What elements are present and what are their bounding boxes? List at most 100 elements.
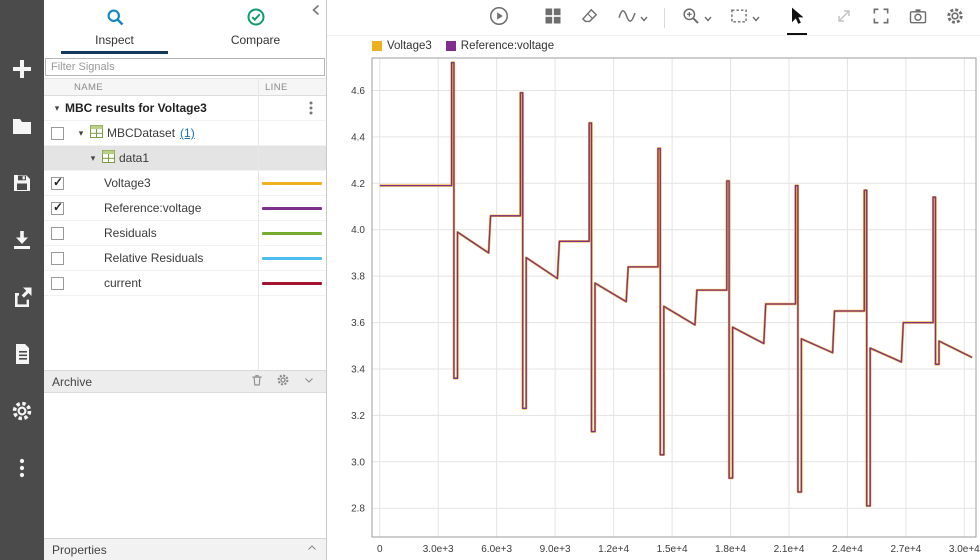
signal-row[interactable]: Reference:voltage	[44, 196, 326, 221]
group-label: MBC results for Voltage3	[65, 101, 207, 115]
column-name-header: NAME	[74, 81, 104, 93]
filter-signals-input[interactable]	[45, 58, 325, 76]
signal-wave-icon	[617, 6, 637, 29]
camera-icon	[908, 6, 928, 29]
svg-text:3.0e+3: 3.0e+3	[423, 544, 454, 555]
tab-inspect[interactable]: Inspect	[44, 0, 185, 54]
plus-icon	[10, 57, 34, 81]
chevron-left-icon	[310, 4, 322, 20]
tab-compare[interactable]: Compare	[185, 0, 326, 54]
fullscreen-button[interactable]	[870, 5, 892, 31]
svg-text:3.8: 3.8	[351, 272, 365, 283]
collapse-panel-button[interactable]	[308, 2, 324, 20]
signal-row[interactable]: Residuals	[44, 221, 326, 246]
new-button[interactable]	[9, 56, 35, 82]
chevron-down-icon	[303, 374, 315, 389]
signal-row[interactable]: Relative Residuals	[44, 246, 326, 271]
export-button[interactable]	[9, 284, 35, 310]
row-menu-button[interactable]	[304, 100, 318, 116]
dataset-label: MBCDataset	[107, 126, 176, 140]
run-table-icon	[102, 150, 115, 166]
vertical-ellipsis-icon	[10, 456, 34, 480]
diagonal-expand-icon	[834, 6, 854, 29]
svg-text:1.2e+4: 1.2e+4	[598, 544, 629, 555]
tree-empty-area	[44, 296, 326, 370]
eraser-icon	[580, 6, 600, 29]
properties-label: Properties	[52, 542, 107, 557]
dataset-count-link[interactable]: (1)	[180, 126, 195, 140]
plot-toolbar	[327, 0, 980, 36]
caret-down-icon	[640, 10, 648, 25]
tree-run-row[interactable]: ▾ data1	[44, 146, 326, 171]
signal-checkbox[interactable]	[51, 276, 64, 290]
plot-area: Voltage3 Reference:voltage 0 3.0e+3 6.0e+3…	[327, 0, 980, 560]
signal-name: Residuals	[104, 226, 157, 240]
more-options-button[interactable]	[9, 455, 35, 481]
svg-text:0: 0	[377, 544, 383, 555]
zoom-in-icon	[681, 6, 701, 29]
layout-button[interactable]	[542, 5, 564, 31]
signal-name: Voltage3	[104, 176, 151, 190]
import-button[interactable]	[9, 227, 35, 253]
floppy-disk-icon	[10, 171, 34, 195]
signal-row[interactable]: Voltage3	[44, 171, 326, 196]
fit-to-view-button[interactable]	[728, 5, 761, 31]
signals-panel: Inspect Compare NAME LINE ▾ MBC results …	[44, 0, 327, 560]
search-icon	[105, 7, 125, 30]
open-button[interactable]	[9, 113, 35, 139]
svg-text:4.4: 4.4	[351, 132, 365, 143]
svg-text:6.0e+3: 6.0e+3	[481, 544, 512, 555]
check-circle-icon	[246, 7, 266, 30]
layout-grid-icon	[543, 6, 563, 29]
fit-view-icon	[729, 6, 749, 29]
collapse-arrow-icon[interactable]: ▾	[88, 153, 98, 164]
collapse-arrow-icon[interactable]: ▾	[76, 128, 86, 139]
archive-collapse-button[interactable]	[300, 373, 318, 391]
gear-icon	[276, 373, 290, 390]
properties-section-header[interactable]: Properties	[44, 538, 326, 560]
play-circle-icon	[488, 5, 510, 30]
svg-text:2.1e+4: 2.1e+4	[774, 544, 805, 555]
tree-group-row[interactable]: ▾ MBC results for Voltage3	[44, 96, 326, 121]
zoom-button[interactable]	[680, 5, 713, 31]
cursor-tool-button[interactable]	[786, 5, 808, 35]
create-report-button[interactable]	[9, 341, 35, 367]
archive-settings-button[interactable]	[274, 373, 292, 391]
signal-checkbox[interactable]	[51, 175, 64, 190]
pan-resize-button[interactable]	[833, 5, 855, 31]
svg-text:4.2: 4.2	[351, 179, 365, 190]
signal-line-swatch	[262, 257, 322, 260]
signal-tree: ▾ MBC results for Voltage3 ▾ MBCDataset …	[44, 96, 326, 296]
tree-dataset-row[interactable]: ▾ MBCDataset (1)	[44, 121, 326, 146]
signal-name: current	[104, 276, 142, 290]
signal-row[interactable]: current	[44, 271, 326, 296]
chart-plot[interactable]: 0 3.0e+3 6.0e+3 9.0e+3 1.2e+4 1.5e+4 1.8e+4 2.1…	[327, 36, 980, 560]
delete-archive-button[interactable]	[248, 373, 266, 391]
snapshot-button[interactable]	[907, 5, 929, 31]
plot-settings-button[interactable]	[944, 5, 966, 31]
signal-line-swatch	[262, 182, 322, 185]
signal-line-swatch	[262, 282, 322, 285]
signal-line-swatch	[262, 232, 322, 235]
tab-inspect-label: Inspect	[95, 33, 134, 47]
signal-checkbox[interactable]	[51, 251, 64, 265]
share-arrow-icon	[10, 285, 34, 309]
caret-down-icon	[752, 10, 760, 25]
svg-text:9.0e+3: 9.0e+3	[540, 544, 571, 555]
archive-section-header[interactable]: Archive	[44, 370, 326, 393]
collapse-arrow-icon[interactable]: ▾	[52, 103, 62, 114]
clear-plots-button[interactable]	[579, 5, 601, 31]
column-line-header: LINE	[265, 81, 288, 93]
dataset-checkbox[interactable]	[51, 126, 64, 140]
folder-icon	[10, 114, 34, 138]
preferences-button[interactable]	[9, 398, 35, 424]
signal-checkbox[interactable]	[51, 226, 64, 240]
signal-style-button[interactable]	[616, 5, 649, 31]
archive-label: Archive	[52, 374, 93, 389]
playback-button[interactable]	[487, 5, 511, 31]
svg-text:3.0e+4: 3.0e+4	[949, 544, 980, 555]
svg-text:4.6: 4.6	[351, 86, 365, 97]
signal-checkbox[interactable]	[51, 200, 64, 215]
svg-text:3.6: 3.6	[351, 318, 365, 329]
save-button[interactable]	[9, 170, 35, 196]
